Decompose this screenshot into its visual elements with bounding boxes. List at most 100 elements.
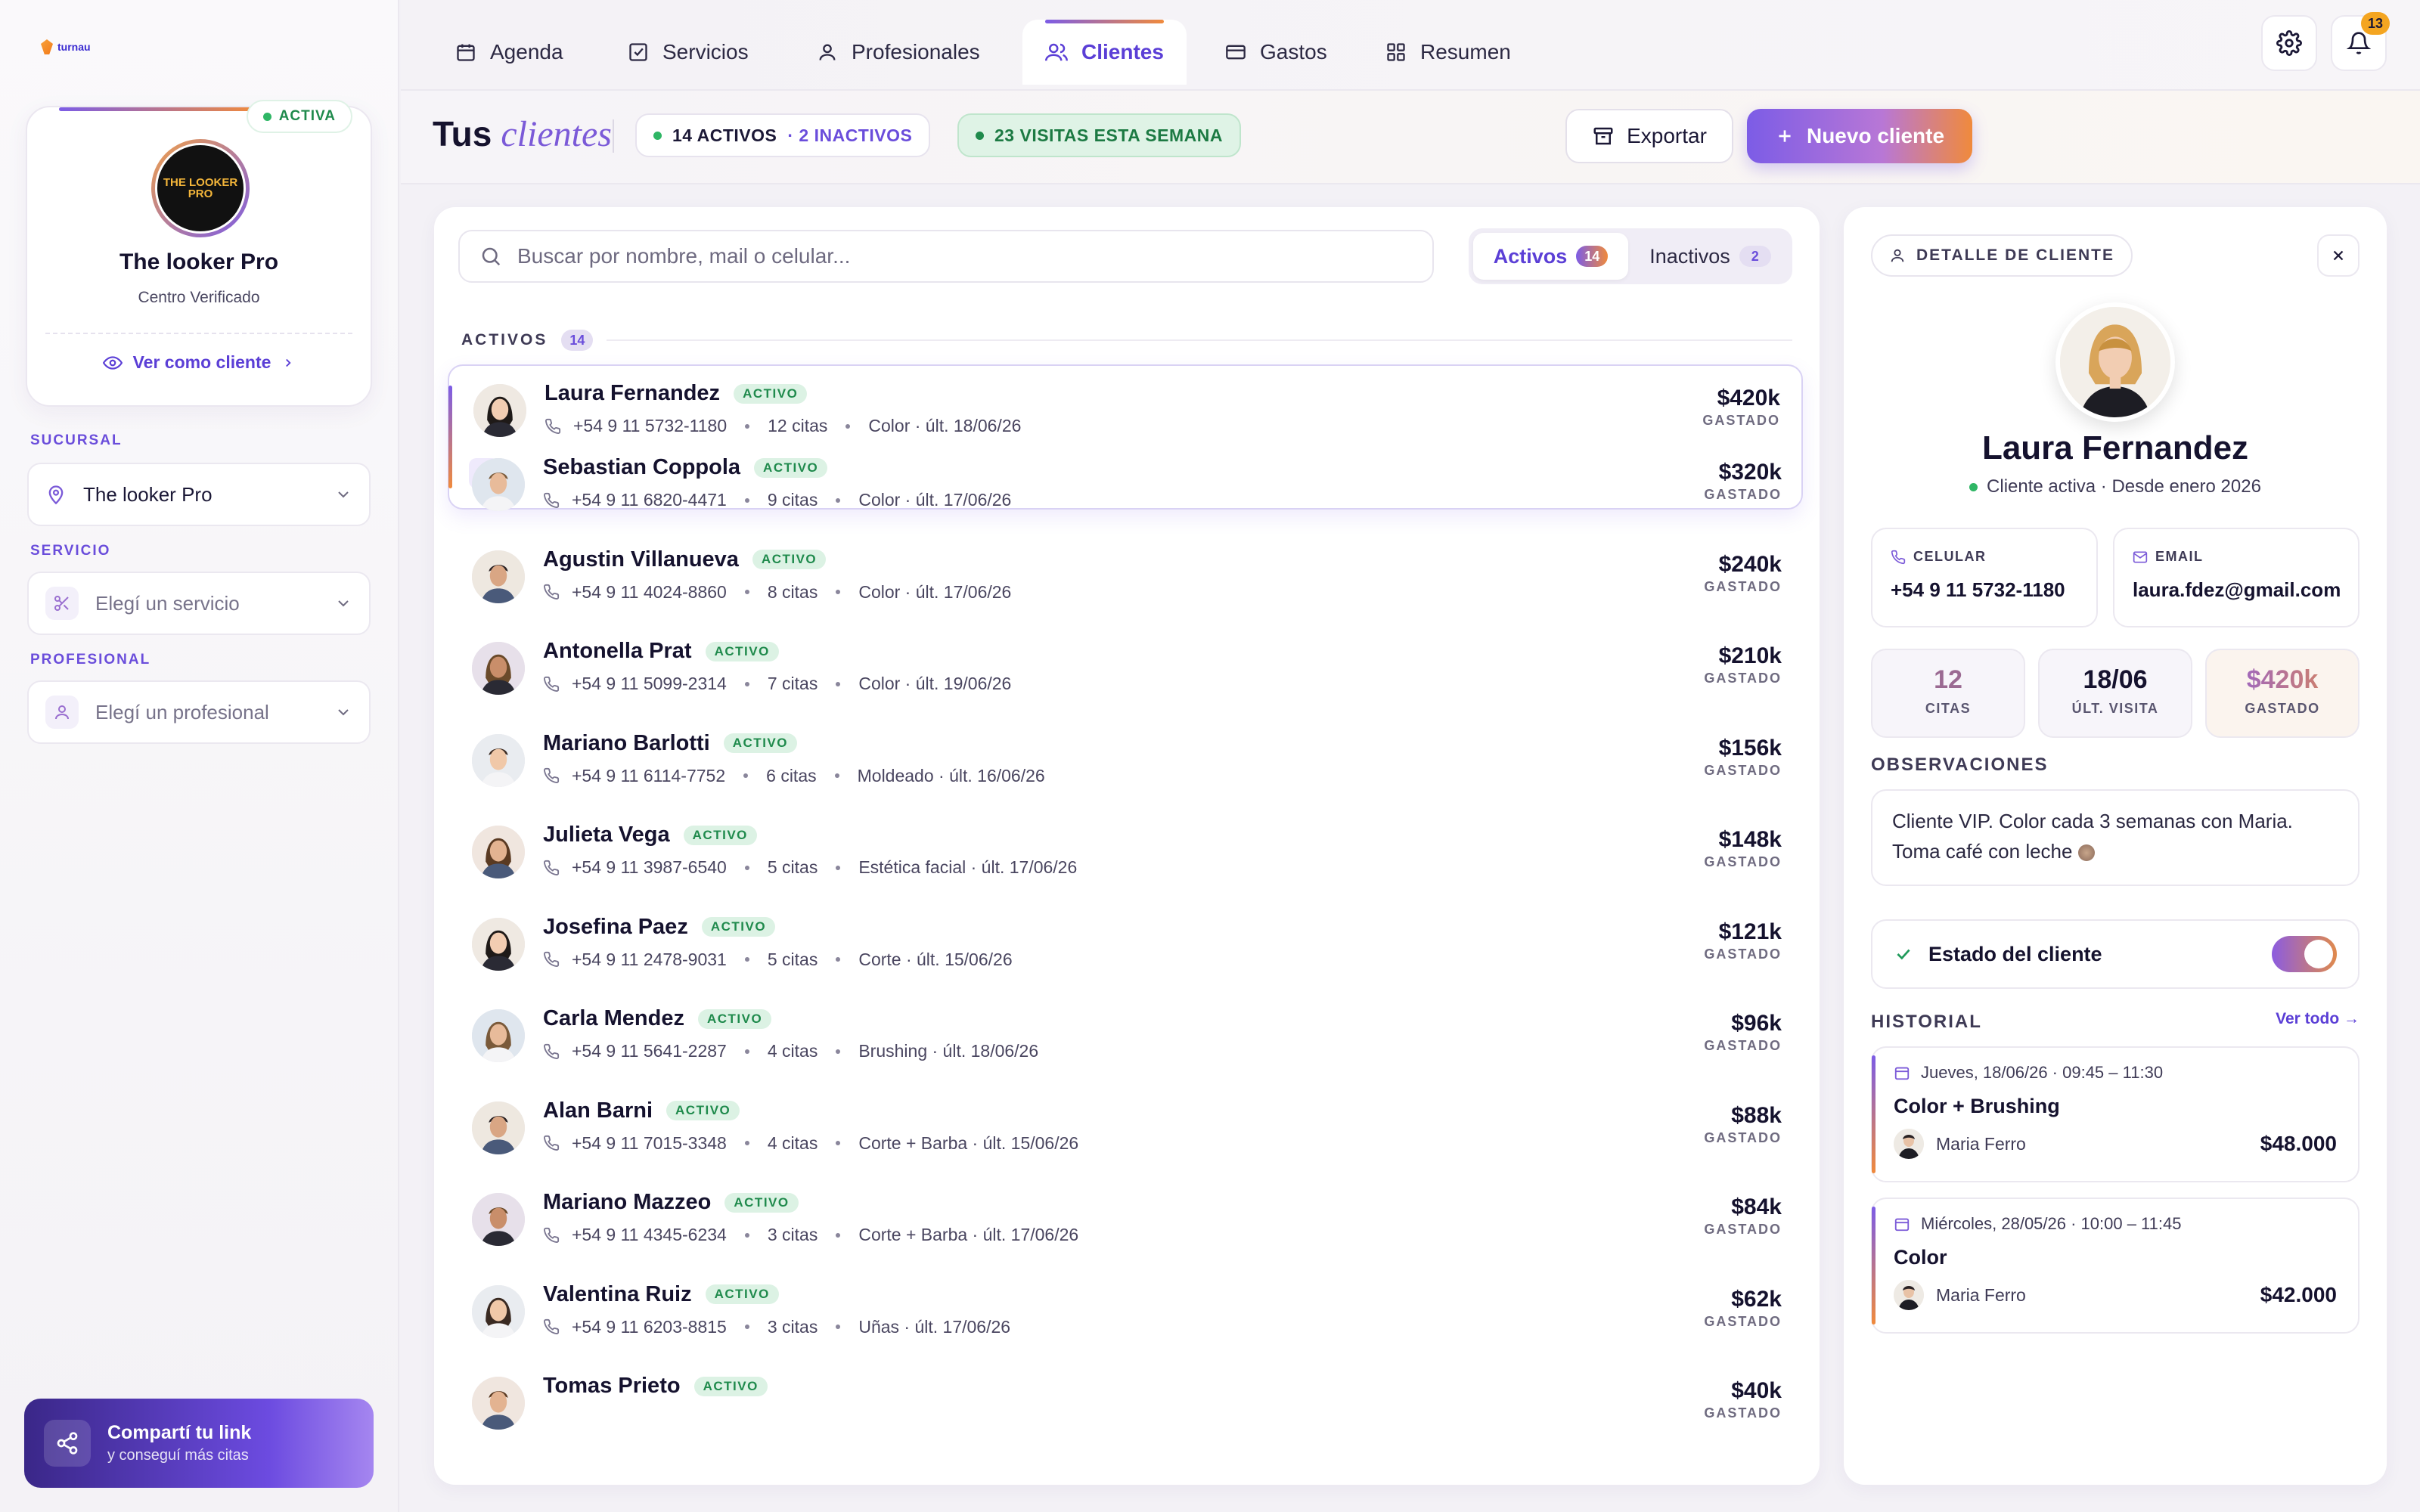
- table-row[interactable]: Alan Barni ACTIVO +54 9 11 7015-3348 4 c…: [448, 1083, 1803, 1174]
- amount-label: GASTADO: [1704, 487, 1782, 502]
- client-phone: +54 9 11 6114-7752: [572, 765, 726, 785]
- separator-dot: [836, 1232, 841, 1238]
- close-button[interactable]: [2317, 234, 2360, 277]
- client-last-service: Corte + Barba · últ. 17/06/26: [858, 1225, 1079, 1244]
- tab-profesionales[interactable]: Profesionales: [794, 20, 1003, 85]
- client-meta: +54 9 11 5732-1180 12 citas Color · últ.…: [544, 416, 1021, 436]
- list-section-header: ACTIVOS 14: [461, 330, 1792, 351]
- users-icon: [1045, 43, 1068, 61]
- client-phone: +54 9 11 6203-8815: [572, 1316, 727, 1337]
- table-row[interactable]: Agustin Villanueva ACTIVO +54 9 11 4024-…: [448, 532, 1803, 623]
- client-name: Julieta Vega: [543, 823, 670, 847]
- top-nav: Agenda Servicios Profesionales Clientes …: [401, 0, 2420, 91]
- notifications-button[interactable]: 13: [2331, 12, 2390, 71]
- tab-gastos[interactable]: Gastos: [1202, 20, 1350, 85]
- servicio-select[interactable]: Elegí un servicio: [27, 572, 371, 635]
- table-row[interactable]: Josefina Paez ACTIVO +54 9 11 2478-9031 …: [448, 900, 1803, 990]
- client-name: Laura Fernandez: [544, 381, 721, 405]
- check-icon: [1897, 949, 1910, 960]
- search-input[interactable]: Buscar por nombre, mail o celular...: [458, 230, 1434, 283]
- profesional-select[interactable]: Elegí un profesional: [27, 680, 371, 744]
- plus-icon: [1779, 130, 1791, 142]
- share-link-card[interactable]: Compartí tu link y conseguí más citas: [24, 1399, 374, 1488]
- history-footer: Maria Ferro $48.000: [1894, 1129, 2337, 1159]
- table-row[interactable]: Tomas Prieto ACTIVO $40k GASTADO: [448, 1359, 1803, 1449]
- stat-label: CITAS: [1925, 701, 1972, 716]
- view-as-client-link[interactable]: Ver como cliente: [27, 352, 371, 373]
- client-detail-panel: DETALLE DE CLIENTE Laura Fernandez Clien…: [1844, 207, 2387, 1485]
- observations-box[interactable]: Cliente VIP. Color cada 3 semanas con Ma…: [1871, 789, 2360, 886]
- history-item[interactable]: Miércoles, 28/05/26 · 10:00 – 11:45 Colo…: [1871, 1198, 2360, 1334]
- client-state-toggle[interactable]: [2272, 936, 2337, 972]
- client-phone: +54 9 11 4345-6234: [572, 1225, 727, 1244]
- history-price: $42.000: [2260, 1283, 2337, 1306]
- divider: [613, 119, 614, 153]
- email-label: EMAIL: [2155, 549, 2204, 564]
- client-name-row: Mariano Barlotti ACTIVO: [543, 731, 797, 756]
- center-card-accent: [59, 107, 256, 111]
- email-card[interactable]: EMAIL laura.fdez@gmail.com: [2113, 528, 2360, 627]
- status-badge: ACTIVO: [683, 825, 757, 845]
- amount-value: $84k: [1731, 1194, 1782, 1219]
- client-name: Tomas Prieto: [543, 1374, 681, 1398]
- status-badge: ACTIVO: [701, 917, 776, 937]
- filter-active-count: 14: [1576, 246, 1609, 267]
- amount-value: $240k: [1718, 551, 1782, 577]
- client-visits: 7 citas: [767, 674, 818, 693]
- servicio-label: SERVICIO: [30, 543, 111, 559]
- client-meta: +54 9 11 5641-2287 4 citas Brushing · úl…: [543, 1041, 1038, 1061]
- client-phone: +54 9 11 2478-9031: [572, 949, 727, 969]
- client-meta: +54 9 11 4345-6234 3 citas Corte + Barba…: [543, 1225, 1078, 1245]
- search-icon: [482, 247, 501, 266]
- status-badge: ACTIVO: [724, 1192, 799, 1213]
- avatar: [472, 917, 525, 971]
- settings-button[interactable]: [2261, 15, 2317, 71]
- tab-servicios[interactable]: Servicios: [605, 20, 771, 85]
- new-client-button[interactable]: Nuevo cliente: [1747, 109, 1972, 163]
- amount-value: $121k: [1718, 919, 1782, 944]
- client-amount: $320k GASTADO: [1704, 460, 1782, 503]
- phone-icon: [544, 492, 560, 508]
- table-row[interactable]: Mariano Barlotti ACTIVO +54 9 11 6114-77…: [448, 716, 1803, 807]
- separator-dot: [744, 590, 749, 594]
- wallet-icon: [1226, 45, 1246, 60]
- stat-citas: 12 CITAS: [1871, 649, 2025, 738]
- app-logo[interactable]: turnau: [41, 39, 91, 54]
- tab-label: Agenda: [490, 40, 563, 64]
- export-button[interactable]: Exportar: [1565, 109, 1733, 163]
- client-amount: $62k GASTADO: [1704, 1287, 1782, 1330]
- table-row[interactable]: Mariano Mazzeo ACTIVO +54 9 11 4345-6234…: [448, 1175, 1803, 1266]
- table-row[interactable]: Antonella Prat ACTIVO +54 9 11 5099-2314…: [448, 624, 1803, 714]
- separator-dot: [744, 1232, 749, 1238]
- divider: [45, 333, 352, 334]
- client-meta: +54 9 11 4024-8860 8 citas Color · últ. …: [543, 582, 1011, 603]
- table-row[interactable]: Valentina Ruiz ACTIVO +54 9 11 6203-8815…: [448, 1267, 1803, 1358]
- table-row[interactable]: Sebastian Coppola ACTIVO +54 9 11 6820-4…: [448, 440, 1803, 531]
- tab-resumen[interactable]: Resumen: [1363, 20, 1534, 85]
- person-portrait-icon: [472, 1009, 525, 1062]
- close-icon: [2333, 250, 2344, 261]
- filter-active-tab[interactable]: Activos 14: [1473, 233, 1628, 280]
- table-row[interactable]: Carla Mendez ACTIVO +54 9 11 5641-2287 4…: [448, 991, 1803, 1082]
- amount-value: $148k: [1718, 827, 1782, 852]
- client-visits: 12 citas: [768, 416, 828, 435]
- section-count: 14: [561, 330, 594, 351]
- email-label-row: EMAIL: [2133, 549, 2340, 565]
- table-row[interactable]: Julieta Vega ACTIVO +54 9 11 3987-6540 5…: [448, 807, 1803, 898]
- tab-agenda[interactable]: Agenda: [433, 20, 586, 85]
- person-portrait-icon: [473, 384, 526, 437]
- history-item[interactable]: Jueves, 18/06/26 · 09:45 – 11:30 Color +…: [1871, 1046, 2360, 1182]
- tab-clientes[interactable]: Clientes: [1022, 20, 1187, 85]
- filter-inactive-tab[interactable]: Inactivos 2: [1633, 233, 1788, 280]
- phone-icon: [545, 418, 561, 434]
- checkbox-icon: [629, 43, 647, 61]
- client-meta: +54 9 11 6203-8815 3 citas Uñas · últ. 1…: [543, 1317, 1010, 1337]
- stat-label: GASTADO: [2245, 701, 2320, 716]
- phone-card[interactable]: CELULAR +54 9 11 5732-1180: [1871, 528, 2098, 627]
- share-subtitle: y conseguí más citas: [107, 1447, 249, 1464]
- sucursal-select[interactable]: The looker Pro: [27, 463, 371, 526]
- view-all-link[interactable]: Ver todo →: [2276, 1010, 2360, 1028]
- search-placeholder: Buscar por nombre, mail o celular...: [517, 244, 851, 268]
- phone-icon: [544, 767, 560, 783]
- client-name-row: Carla Mendez ACTIVO: [543, 1006, 772, 1031]
